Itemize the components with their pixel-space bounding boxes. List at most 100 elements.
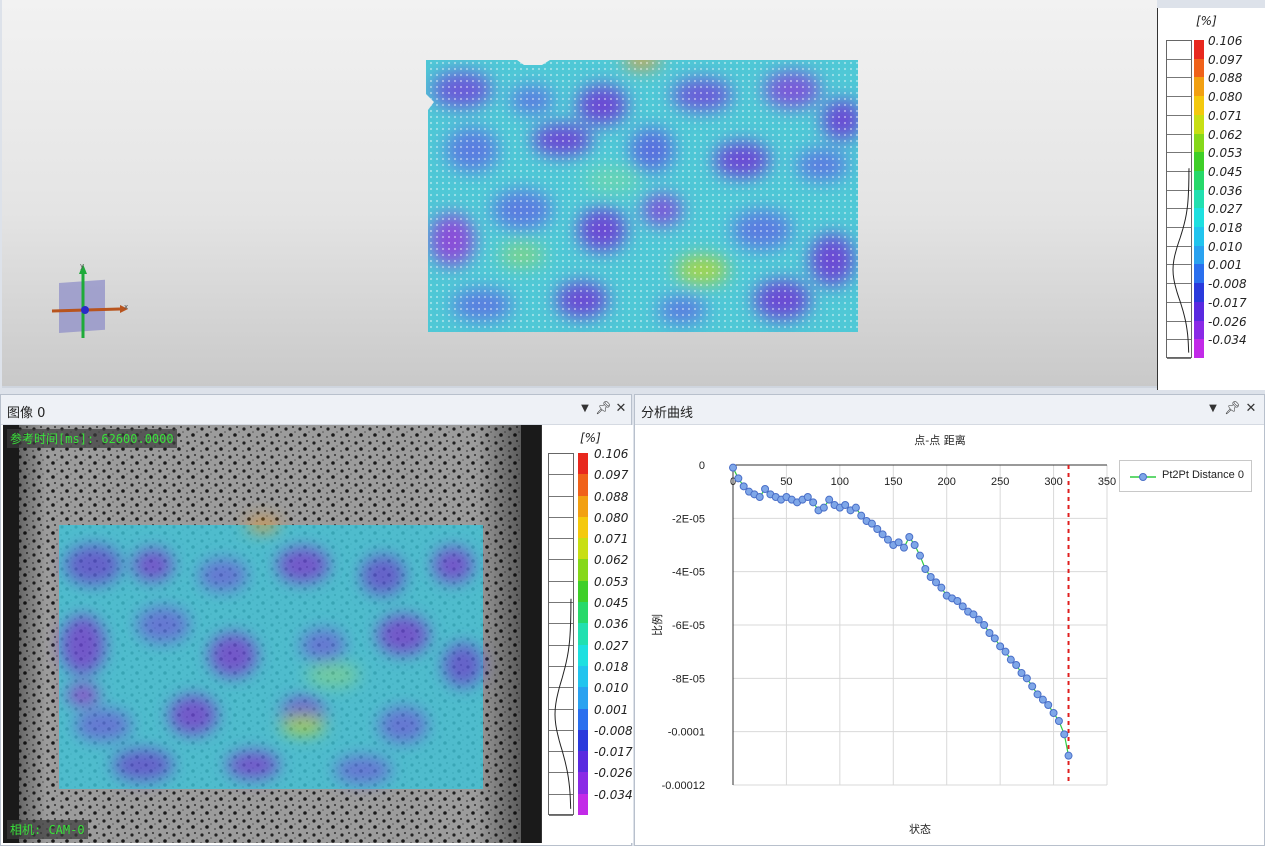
scale-tick-label: -0.008	[594, 723, 633, 738]
speckle-image	[3, 425, 541, 843]
color-bar-segment	[578, 495, 588, 517]
histogram-curve	[1172, 168, 1190, 353]
data-point	[729, 463, 737, 472]
color-bar-segment	[578, 623, 588, 645]
scale-tick-label: 0.001	[594, 702, 629, 717]
scale-tick-label: -0.017	[1208, 295, 1247, 310]
panel-title: 分析曲线	[641, 406, 694, 421]
curve-panel-header: 分析曲线 ▼ 📌︎ ✕	[635, 395, 1264, 425]
curve-panel: 分析曲线 ▼ 📌︎ ✕ 0 50 100 150 200 250 300 350 0 -2E-05…	[634, 394, 1265, 846]
data-point	[969, 610, 978, 619]
color-bar-segment	[1194, 283, 1204, 302]
color-bar-segment	[578, 602, 588, 624]
scale-tick-label: 0.106	[594, 447, 629, 461]
scale-tick-label: -0.017	[594, 745, 633, 760]
data-point	[1028, 682, 1037, 691]
data-point	[803, 493, 812, 501]
scale-tick-label: 0.010	[1208, 239, 1243, 254]
scale-tick-label: 0.036	[594, 617, 629, 632]
color-bar-segment	[1194, 339, 1204, 358]
y-tick-label: -8E-05	[672, 673, 705, 685]
color-bar-segment	[1194, 40, 1204, 59]
color-bar-segment	[578, 665, 588, 688]
color-bar-segment	[578, 772, 588, 794]
data-point	[1049, 709, 1058, 717]
data-point	[1038, 695, 1047, 704]
scale-tick-label: 0.053	[594, 574, 629, 589]
color-bar-segment	[1194, 320, 1204, 340]
data-point	[894, 538, 903, 547]
pin-icon[interactable]: 📌︎	[1224, 401, 1241, 417]
scale-tick-label: 0.001	[1208, 258, 1243, 273]
data-point	[734, 474, 743, 483]
color-bar-segment	[578, 559, 588, 581]
color-bar-segment	[1194, 264, 1204, 284]
x-tick-label: 100	[831, 476, 849, 488]
scale-tick-label: 0.010	[594, 681, 629, 696]
image-panel-header: 图像 0 ▼ 📌︎ ✕	[1, 395, 631, 425]
data-point	[921, 565, 930, 573]
scale-tick-label: 0.036	[1208, 183, 1243, 198]
color-bar	[578, 453, 588, 815]
data-point	[857, 511, 866, 520]
data-point	[953, 597, 962, 605]
data-point	[883, 535, 892, 544]
color-bar-segment	[578, 793, 588, 815]
color-bar-segment	[578, 751, 588, 773]
color-bar-segment	[578, 687, 588, 709]
x-tick-label: 250	[991, 476, 1009, 488]
data-point	[990, 634, 999, 643]
data-point	[755, 493, 764, 501]
data-point	[932, 578, 941, 587]
panel-title: 图像 0	[7, 406, 46, 421]
data-point	[974, 615, 983, 624]
x-axis-label: 状态	[909, 822, 931, 836]
series-line	[732, 467, 1070, 756]
scale-tick-label: 0.045	[1208, 164, 1243, 179]
scale-tick-label: 0.045	[594, 596, 629, 611]
y-tick-label: -0.0001	[668, 727, 705, 739]
data-point	[958, 602, 967, 611]
analysis-chart[interactable]: 0 50 100 150 200 250 300 350 0 -2E-05 -4E-05 -6E-05…	[635, 425, 1264, 845]
close-icon[interactable]: ✕	[1243, 401, 1259, 417]
scale-tick-label: 0.080	[594, 510, 629, 525]
scale-tick-label: 0.062	[594, 553, 629, 568]
y-tick-label: -2E-05	[672, 513, 705, 525]
data-point	[1054, 717, 1063, 725]
data-point	[1017, 669, 1026, 677]
scale-tick-label: -0.026	[1208, 314, 1247, 329]
data-point	[1006, 655, 1015, 664]
color-bar-segment	[1194, 227, 1204, 246]
axis-triad-icon: x y	[51, 262, 128, 338]
app-window: x y [%] 0.106 0.097 0.088 0.080 0.071 0.062 0.…	[0, 0, 1265, 846]
scale-tick-label: 0.106	[1208, 34, 1243, 48]
color-bar-segment	[1194, 58, 1204, 78]
camera-image[interactable]: 参考时间[ms]: 62600.0000 相机: CAM-0	[3, 425, 541, 843]
color-bar-segment	[578, 453, 588, 475]
3d-view[interactable]: x y	[2, 0, 1157, 388]
legend-marker	[1130, 473, 1156, 481]
strain-overlay	[59, 519, 483, 789]
scale-tick-label: 0.027	[1208, 202, 1243, 217]
chart-legend: Pt2Pt Distance 0	[1119, 460, 1252, 492]
histogram-curve	[554, 598, 572, 809]
color-bar-segment	[1194, 77, 1204, 97]
scale-tick-label: -0.034	[1208, 333, 1247, 348]
data-point	[825, 495, 834, 504]
scale-unit-label: [%]	[1196, 14, 1217, 28]
x-tick-label: 350	[1098, 476, 1116, 488]
color-bar-segment	[1194, 301, 1204, 321]
camera-label: 相机: CAM-0	[7, 820, 88, 839]
pin-icon[interactable]: 📌︎	[595, 401, 612, 417]
chevron-down-icon[interactable]: ▼	[1205, 401, 1221, 417]
data-point	[878, 530, 887, 539]
histogram-box	[1166, 40, 1192, 359]
x-tick-label: 150	[884, 476, 902, 488]
scale-tick-label: 0.097	[594, 468, 629, 483]
color-bar-segment	[1194, 96, 1204, 115]
close-icon[interactable]: ✕	[613, 401, 629, 417]
y-tick-label: -0.00012	[662, 780, 705, 792]
chevron-down-icon[interactable]: ▼	[577, 401, 593, 417]
scale-tick-label: 0.053	[1208, 146, 1243, 161]
data-point	[1060, 730, 1069, 739]
